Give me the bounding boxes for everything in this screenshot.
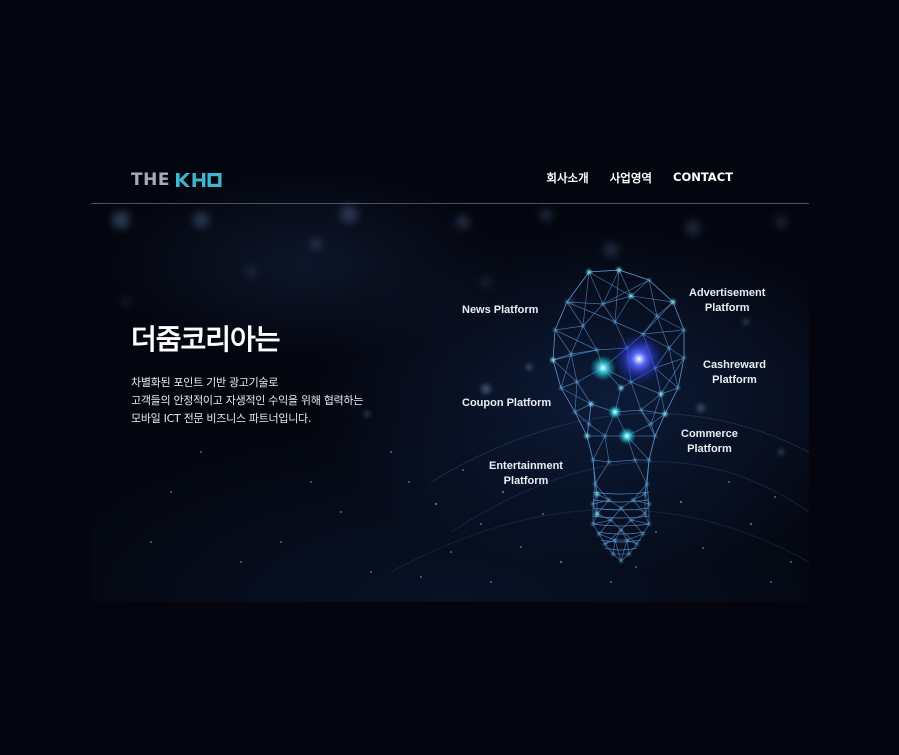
nav-item-contact[interactable]: CONTACT bbox=[673, 170, 733, 186]
network-node bbox=[682, 328, 686, 332]
platform-label-commerce: Commerce Platform bbox=[681, 428, 738, 455]
network-node bbox=[667, 346, 671, 350]
network-node bbox=[627, 552, 631, 556]
network-node bbox=[641, 532, 645, 536]
platform-label-advertisement: Advertisement Platform bbox=[689, 287, 766, 314]
network-node bbox=[625, 538, 629, 542]
network-node bbox=[575, 380, 579, 384]
platform-label-news: News Platform bbox=[462, 304, 539, 316]
network-node bbox=[553, 328, 557, 332]
network-node bbox=[603, 434, 607, 438]
network-node bbox=[643, 512, 647, 516]
network-node bbox=[616, 267, 622, 273]
hero-banner: THE 회사소개 사업영역 CONTACT 더줌코리아는 차별화된 포인트 기반… bbox=[91, 152, 809, 602]
network-node bbox=[584, 433, 590, 439]
network-node bbox=[607, 460, 611, 464]
network-node bbox=[655, 314, 659, 318]
network-node bbox=[587, 422, 591, 426]
network-node bbox=[593, 482, 597, 486]
network-node bbox=[649, 422, 653, 426]
network-node bbox=[559, 386, 563, 390]
network-node bbox=[645, 482, 649, 486]
site-logo[interactable]: THE bbox=[131, 170, 222, 190]
network-node bbox=[569, 352, 573, 356]
network-node bbox=[591, 458, 595, 462]
network-node bbox=[619, 506, 623, 510]
network-node bbox=[643, 492, 647, 496]
logo-text: THE bbox=[131, 170, 170, 190]
lightbulb-network-icon bbox=[550, 267, 686, 563]
network-node bbox=[591, 522, 595, 526]
network-node bbox=[573, 410, 577, 414]
network-node bbox=[647, 458, 651, 462]
network-node bbox=[662, 411, 668, 417]
network-node bbox=[670, 299, 676, 305]
network-node bbox=[591, 502, 595, 506]
network-node bbox=[676, 386, 680, 390]
platform-label-coupon: Coupon Platform bbox=[462, 397, 552, 409]
network-node bbox=[619, 559, 623, 563]
network-node bbox=[613, 320, 617, 324]
network-node bbox=[631, 498, 635, 502]
main-nav: 회사소개 사업영역 CONTACT bbox=[546, 170, 733, 186]
platform-label-cashreward: Cashreward Platform bbox=[703, 359, 766, 386]
network-node bbox=[618, 385, 624, 391]
network-node bbox=[588, 401, 594, 407]
hero-title: 더줌코리아는 bbox=[131, 323, 281, 356]
nav-item-business[interactable]: 사업영역 bbox=[610, 170, 652, 186]
network-node bbox=[601, 302, 605, 306]
network-node bbox=[594, 511, 600, 517]
platform-label-entertainment: Entertainment Platform bbox=[489, 460, 563, 487]
network-node bbox=[647, 278, 651, 282]
hero-description: 차별화된 포인트 기반 광고기술로 고객들의 안정적이고 자생적인 수익을 위해… bbox=[131, 374, 431, 428]
network-node bbox=[607, 498, 611, 502]
network-node bbox=[635, 542, 639, 546]
network-node bbox=[594, 491, 600, 497]
site-header: THE 회사소개 사업영역 CONTACT bbox=[91, 152, 809, 204]
network-node bbox=[658, 391, 664, 397]
network-node bbox=[628, 293, 634, 299]
network-node bbox=[619, 528, 623, 532]
network-node bbox=[613, 538, 617, 542]
network-node bbox=[597, 532, 601, 536]
network-node bbox=[603, 542, 607, 546]
hero-description-line-2: 고객들의 안정적이고 자생적인 수익을 위해 협력하는 bbox=[131, 394, 364, 407]
hero-description-line-1: 차별화된 포인트 기반 광고기술로 bbox=[131, 376, 279, 389]
network-node bbox=[647, 522, 651, 526]
network-node bbox=[586, 269, 592, 275]
network-node bbox=[653, 434, 657, 438]
network-node bbox=[581, 324, 585, 328]
network-node bbox=[609, 518, 613, 522]
network-node bbox=[550, 357, 556, 363]
network-node bbox=[647, 502, 651, 506]
network-node bbox=[629, 518, 633, 522]
network-node bbox=[639, 408, 643, 412]
nav-item-company[interactable]: 회사소개 bbox=[546, 170, 588, 186]
network-node bbox=[633, 458, 637, 462]
network-node bbox=[595, 348, 599, 352]
kmo-logo-icon bbox=[175, 173, 222, 187]
network-node bbox=[565, 300, 569, 304]
hero-description-line-3: 모바일 ICT 전문 비즈니스 파트너입니다. bbox=[131, 412, 312, 425]
network-node bbox=[682, 356, 686, 360]
network-node bbox=[611, 552, 615, 556]
